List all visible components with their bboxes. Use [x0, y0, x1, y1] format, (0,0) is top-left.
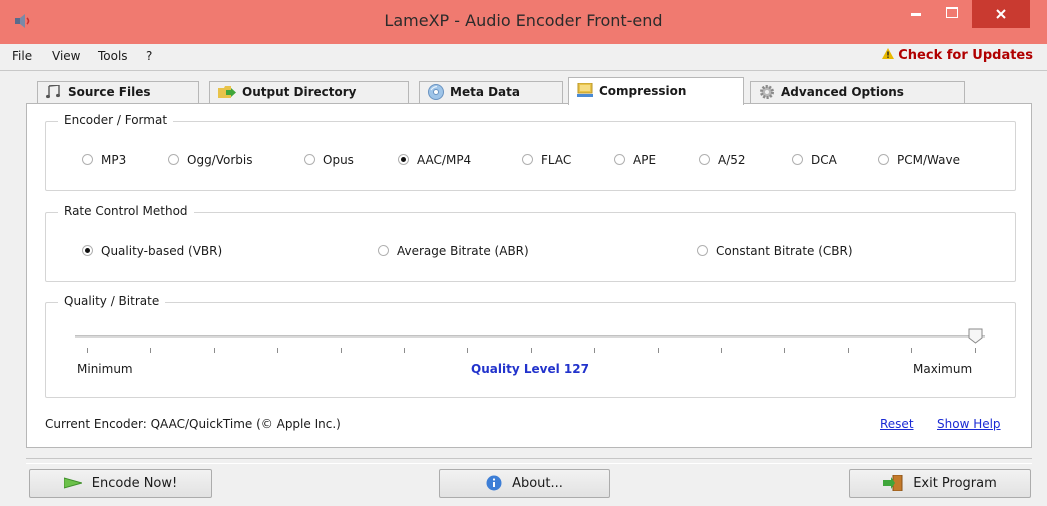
slider-tick	[340, 348, 342, 353]
close-button[interactable]	[972, 0, 1030, 28]
about-button[interactable]: About...	[439, 469, 610, 498]
slider-tick	[594, 348, 596, 353]
exit-door-icon	[883, 474, 903, 491]
window-title: LameXP - Audio Encoder Front-end	[384, 11, 663, 30]
button-label: About...	[512, 476, 563, 491]
slider-tick	[467, 348, 469, 353]
slider-tick	[87, 348, 88, 353]
slider-tick	[721, 348, 722, 353]
bottom-separator	[26, 458, 1032, 464]
slider-tick	[530, 348, 532, 353]
menu-separator	[0, 70, 1047, 71]
main-window: LameXP - Audio Encoder Front-end File Vi…	[0, 0, 1047, 506]
radio-ape[interactable]: APE	[614, 153, 656, 167]
quality-slider[interactable]	[75, 335, 985, 338]
radio-mp3[interactable]: MP3	[82, 153, 126, 167]
group-title: Encoder / Format	[58, 113, 174, 127]
tab-compression[interactable]: Compression	[568, 77, 744, 105]
show-help-link[interactable]: Show Help	[937, 417, 1001, 431]
slider-max-label: Maximum	[913, 362, 973, 376]
radio-aac-mp4[interactable]: AAC/MP4	[398, 153, 471, 167]
menu-tools[interactable]: Tools	[98, 49, 128, 63]
radio-cbr[interactable]: Constant Bitrate (CBR)	[697, 244, 853, 258]
tab-label: Compression	[599, 84, 687, 98]
slider-thumb[interactable]	[968, 328, 983, 344]
rate-control-group: Rate Control Method Quality-based (VBR) …	[45, 204, 1016, 282]
slider-tick	[277, 348, 279, 353]
tab-label: Advanced Options	[781, 85, 904, 99]
group-title: Quality / Bitrate	[58, 294, 166, 308]
radio-flac[interactable]: FLAC	[522, 153, 571, 167]
tab-label: Output Directory	[242, 85, 357, 99]
warning-icon	[882, 48, 895, 59]
tab-output-directory[interactable]: Output Directory	[209, 81, 409, 103]
slider-tick	[404, 348, 405, 353]
menu-view[interactable]: View	[52, 49, 80, 63]
radio-abr[interactable]: Average Bitrate (ABR)	[378, 244, 529, 258]
gear-icon	[760, 84, 774, 99]
info-icon	[486, 475, 502, 490]
radio-ogg-vorbis[interactable]: Ogg/Vorbis	[168, 153, 252, 167]
close-icon	[996, 9, 1006, 19]
tab-meta-data[interactable]: Meta Data	[419, 81, 563, 103]
button-label: Exit Program	[913, 476, 997, 491]
quality-level-label: Quality Level 127	[471, 362, 589, 376]
slider-tick	[847, 348, 849, 353]
tab-advanced-options[interactable]: Advanced Options	[750, 81, 965, 103]
radio-a52[interactable]: A/52	[699, 153, 746, 167]
tab-source-files[interactable]: Source Files	[37, 81, 199, 103]
tab-label: Source Files	[68, 85, 151, 99]
encoder-format-group: Encoder / Format MP3 Ogg/Vorbis Opus AAC…	[45, 113, 1016, 191]
folder-arrow-icon	[218, 85, 236, 98]
menu-file[interactable]: File	[12, 49, 32, 63]
compression-page: Encoder / Format MP3 Ogg/Vorbis Opus AAC…	[26, 103, 1032, 448]
music-files-icon	[46, 84, 60, 98]
slider-tick	[213, 348, 215, 353]
cd-icon	[428, 83, 444, 100]
encode-now-button[interactable]: Encode Now!	[29, 469, 212, 498]
play-arrow-icon	[63, 476, 82, 489]
slider-tick	[911, 348, 913, 353]
slider-tick	[657, 348, 659, 353]
menu-help[interactable]: ?	[146, 49, 152, 63]
current-encoder-label: Current Encoder: QAAC/QuickTime (© Apple…	[45, 417, 341, 431]
slider-tick	[974, 348, 976, 353]
menu-bar: File View Tools ? Check for Updates	[0, 44, 1047, 70]
button-label: Encode Now!	[91, 476, 178, 491]
minimize-button[interactable]	[899, 0, 933, 28]
reset-link[interactable]: Reset	[880, 417, 914, 431]
compress-icon	[577, 83, 593, 97]
radio-opus[interactable]: Opus	[304, 153, 354, 167]
exit-program-button[interactable]: Exit Program	[849, 469, 1031, 498]
radio-pcm-wave[interactable]: PCM/Wave	[878, 153, 960, 167]
slider-tick	[150, 348, 152, 353]
group-title: Rate Control Method	[58, 204, 194, 218]
check-updates-label: Check for Updates	[898, 48, 1033, 63]
maximize-button[interactable]	[935, 0, 969, 28]
radio-dca[interactable]: DCA	[792, 153, 837, 167]
check-updates-link[interactable]: Check for Updates	[882, 48, 1033, 63]
title-bar[interactable]: LameXP - Audio Encoder Front-end	[0, 0, 1047, 44]
slider-tick	[784, 348, 786, 353]
radio-vbr[interactable]: Quality-based (VBR)	[82, 244, 222, 258]
tab-label: Meta Data	[450, 85, 520, 99]
